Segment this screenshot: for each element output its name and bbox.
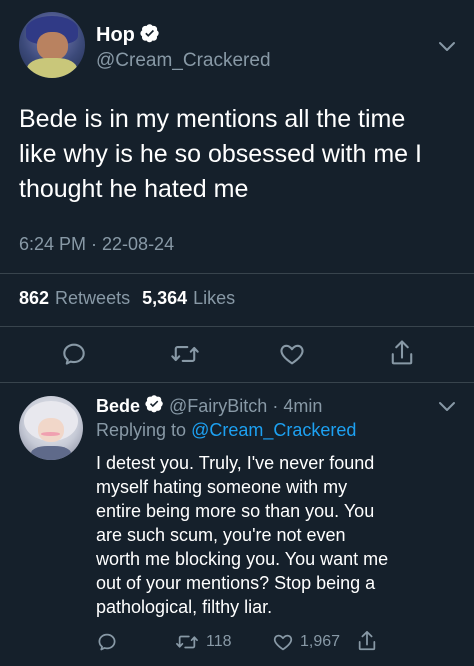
- tweet-text: Bede is in my mentions all the time like…: [19, 102, 464, 207]
- reply-like-count: 1,967: [300, 633, 341, 650]
- verified-badge-icon: [145, 394, 164, 418]
- reply-author-name: Bede: [96, 395, 141, 416]
- replying-to-label: Replying to: [96, 420, 187, 440]
- author-display-name: Hop: [96, 23, 135, 46]
- retweet-icon: [176, 635, 198, 649]
- author-handle[interactable]: @Cream_Crackered: [96, 50, 271, 72]
- divider: [0, 326, 474, 327]
- comment-icon: [63, 343, 85, 365]
- avatar-hop[interactable]: [19, 12, 85, 78]
- tweet-author-name-row[interactable]: Hop: [96, 22, 160, 48]
- heart-icon: [280, 344, 304, 365]
- reply-text-line: worth me blocking you. You want me: [96, 549, 389, 569]
- tweet-menu-chevron-icon[interactable]: [438, 40, 456, 58]
- tweet-text-line: like why is he so obsessed with me I: [19, 140, 422, 168]
- divider: [0, 273, 474, 274]
- comment-icon: [98, 633, 116, 651]
- divider: [0, 382, 474, 383]
- reply-text-line: pathological, filthy liar.: [96, 597, 273, 617]
- likes-label[interactable]: Likes: [193, 288, 235, 309]
- like-button[interactable]: [278, 340, 306, 368]
- tweet-text-line: thought he hated me: [19, 175, 249, 203]
- tweet-text-line: Bede is in my mentions all the time: [19, 105, 406, 133]
- replying-to-handle[interactable]: @Cream_Crackered: [191, 420, 356, 440]
- heart-icon: [273, 634, 293, 651]
- reply-text: I detest you. Truly, I've never found my…: [96, 451, 466, 619]
- retweets-count[interactable]: 862: [19, 288, 49, 309]
- share-icon: [358, 630, 376, 651]
- tweet-timestamp[interactable]: 6:24 PM · 22-08-24: [19, 234, 174, 255]
- replying-to: Replying to @Cream_Crackered: [96, 420, 356, 441]
- reply-button[interactable]: [60, 340, 88, 368]
- reply-header[interactable]: Bede @FairyBitch · 4min: [96, 394, 322, 418]
- reply-author-handle: @FairyBitch: [169, 395, 268, 416]
- reply-menu-chevron-icon[interactable]: [438, 400, 456, 418]
- reply-text-line: entire being more so than you. You: [96, 501, 375, 521]
- likes-count[interactable]: 5,364: [142, 288, 187, 309]
- tweet-stats: 862 Retweets 5,364 Likes: [19, 288, 235, 309]
- reply-retweet-count: 118: [206, 633, 232, 650]
- reply-reply-button[interactable]: [96, 631, 118, 653]
- verified-badge-icon: [140, 23, 160, 48]
- reply-time: 4min: [283, 395, 323, 416]
- retweets-label[interactable]: Retweets: [55, 288, 130, 309]
- reply-retweet-button[interactable]: 118: [174, 631, 232, 653]
- reply-share-button[interactable]: [356, 629, 378, 653]
- reply-text-line: I detest you. Truly, I've never found: [96, 453, 375, 473]
- share-button[interactable]: [388, 338, 416, 368]
- avatar-bede[interactable]: [19, 396, 83, 460]
- reply-like-button[interactable]: 1,967: [272, 631, 340, 653]
- reply-text-line: out of your mentions? Stop being a: [96, 573, 376, 593]
- retweet-button[interactable]: [170, 340, 200, 368]
- retweet-icon: [171, 346, 199, 362]
- share-icon: [391, 340, 413, 365]
- reply-separator: ·: [272, 395, 279, 416]
- reply-text-line: are such scum, you're not even: [96, 525, 346, 545]
- reply-text-line: myself hating someone with my: [96, 477, 348, 497]
